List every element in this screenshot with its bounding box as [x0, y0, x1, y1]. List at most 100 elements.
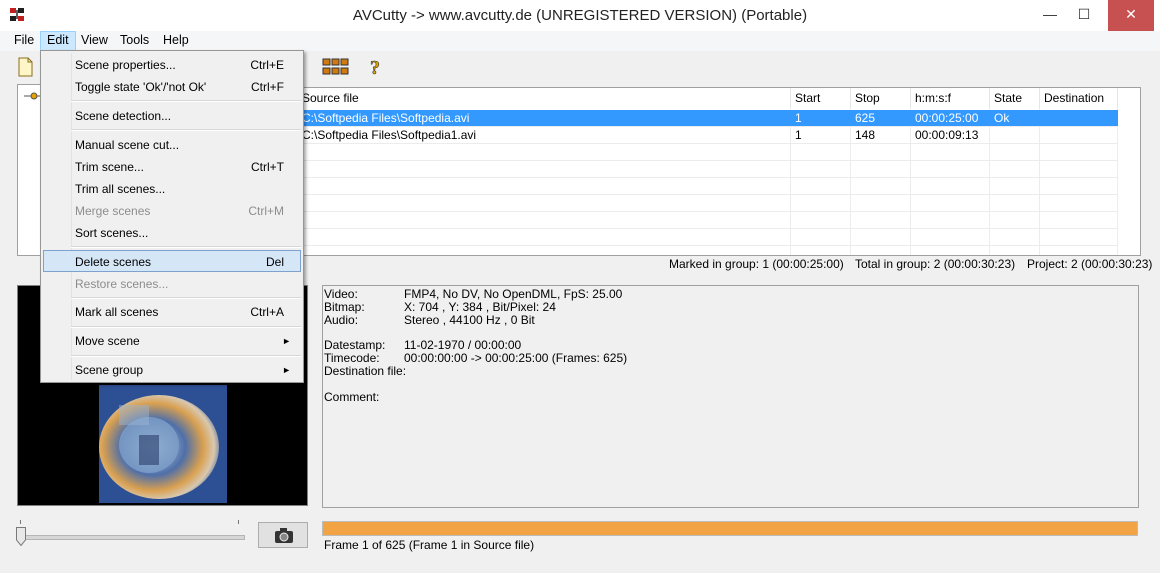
maximize-button[interactable]: ☐ — [1068, 0, 1100, 31]
menu-item-sort-scenes[interactable]: Sort scenes... — [43, 222, 301, 244]
menu-item-label: Toggle state 'Ok'/'not Ok' — [75, 80, 207, 94]
menu-item-label: Delete scenes — [75, 255, 152, 269]
cell-destination — [1040, 110, 1118, 127]
column-header-source[interactable]: Source file — [298, 88, 791, 108]
submenu-arrow-icon: ► — [282, 336, 291, 346]
menu-item-label: Mark all scenes — [75, 305, 159, 319]
cell-state — [990, 127, 1040, 144]
menu-tools[interactable]: Tools — [114, 31, 155, 51]
menu-item-manual-scene-cut[interactable]: Manual scene cut... — [43, 134, 301, 156]
table-row-empty — [298, 195, 1118, 212]
cell-stop: 148 — [855, 128, 876, 142]
close-button[interactable]: ✕ — [1108, 0, 1154, 31]
table-row-empty — [298, 144, 1118, 161]
column-header-stop[interactable]: Stop — [851, 88, 911, 108]
menu-item-label: Manual scene cut... — [75, 138, 180, 152]
menu-item-label: Trim scene... — [75, 160, 144, 174]
table-row-empty — [298, 161, 1118, 178]
menu-separator — [71, 129, 301, 131]
timecode-value: 00:00:00:00 -> 00:00:25:00 (Frames: 625) — [404, 351, 628, 365]
cell-hmsf: 00:00:25:00 — [915, 111, 979, 125]
slider-tick — [20, 520, 21, 524]
menu-item-shortcut: Ctrl+E — [250, 58, 284, 72]
frame-slider-thumb[interactable] — [16, 527, 26, 547]
menu-file[interactable]: File — [8, 31, 40, 51]
menu-separator — [71, 326, 301, 328]
menu-item-mark-all-scenes[interactable]: Mark all scenes Ctrl+A — [43, 301, 301, 323]
destination-file-label: Destination file: — [324, 364, 407, 378]
menu-item-move-scene[interactable]: Move scene ► — [43, 330, 301, 352]
cell-start: 1 — [795, 128, 802, 142]
menu-item-shortcut: Del — [265, 255, 284, 269]
menu-item-scene-detection[interactable]: Scene detection... — [43, 105, 301, 127]
menu-item-label: Move scene — [75, 334, 140, 348]
cell-stop: 625 — [855, 111, 876, 125]
menu-help[interactable]: Help — [157, 31, 195, 51]
group-node-icon[interactable] — [23, 90, 41, 102]
table-row[interactable]: C:\Softpedia Files\Softpedia1.avi 1 148 … — [298, 127, 1118, 144]
menu-separator — [71, 100, 301, 102]
table-row-empty — [298, 178, 1118, 195]
window-title: AVCutty -> www.avcutty.de (UNREGISTERED … — [352, 7, 808, 24]
audio-label: Audio: — [324, 313, 359, 327]
menu-item-shortcut: Ctrl+A — [250, 305, 284, 319]
minimize-button[interactable]: — — [1034, 0, 1066, 31]
video-label: Video: — [324, 287, 358, 301]
bitmap-value: X: 704 , Y: 384 , Bit/Pixel: 24 — [404, 300, 556, 314]
help-icon[interactable]: ? — [364, 56, 386, 80]
project-status: Project: 2 (00:00:30:23) — [1027, 257, 1153, 271]
column-header-destination[interactable]: Destination f... — [1040, 88, 1118, 125]
menu-item-shortcut: Ctrl+T — [251, 160, 284, 174]
menu-item-label: Scene detection... — [75, 109, 172, 123]
video-value: FMP4, No DV, No OpenDML, FpS: 25.00 — [404, 287, 623, 301]
menu-item-delete-scenes[interactable]: Delete scenes Del — [43, 250, 301, 272]
table-row[interactable]: C:\Softpedia Files\Softpedia.avi 1 625 0… — [298, 110, 1118, 127]
menu-view[interactable]: View — [75, 31, 114, 51]
marked-in-group-status: Marked in group: 1 (00:00:25:00) — [669, 257, 844, 271]
menu-item-toggle-state[interactable]: Toggle state 'Ok'/'not Ok' Ctrl+F — [43, 76, 301, 98]
column-header-hmsf[interactable]: h:m:s:f — [911, 88, 990, 108]
camera-icon — [274, 526, 294, 544]
video-frame-image — [99, 385, 227, 503]
menu-item-label: Trim all scenes... — [75, 182, 166, 196]
bitmap-label: Bitmap: — [324, 300, 365, 314]
table-row-empty — [298, 229, 1118, 246]
menu-item-scene-group[interactable]: Scene group ► — [43, 359, 301, 381]
submenu-arrow-icon: ► — [282, 365, 291, 375]
snapshot-button[interactable] — [258, 522, 308, 548]
edit-menu-dropdown: Scene properties... Ctrl+E Toggle state … — [40, 50, 304, 383]
menu-item-label: Scene properties... — [75, 58, 176, 72]
total-in-group-status: Total in group: 2 (00:00:30:23) — [855, 257, 1016, 271]
datestamp-label: Datestamp: — [324, 338, 386, 352]
cell-source: C:\Softpedia Files\Softpedia.avi — [302, 111, 470, 125]
frame-position-text: Frame 1 of 625 (Frame 1 in Source file) — [324, 538, 535, 552]
menu-separator — [71, 297, 301, 299]
scene-grid-icon[interactable] — [322, 56, 350, 78]
column-header-state[interactable]: State — [990, 88, 1040, 108]
frame-slider-track[interactable] — [17, 535, 245, 540]
cell-start: 1 — [795, 111, 802, 125]
comment-label: Comment: — [324, 390, 380, 404]
table-row-empty — [298, 212, 1118, 229]
menu-separator — [71, 246, 301, 248]
menu-edit[interactable]: Edit — [40, 31, 76, 51]
menu-item-scene-properties[interactable]: Scene properties... Ctrl+E — [43, 54, 301, 76]
cell-hmsf: 00:00:09:13 — [915, 128, 979, 142]
column-header-start[interactable]: Start — [791, 88, 851, 108]
menu-item-label: Restore scenes... — [75, 277, 169, 291]
menu-item-trim-all-scenes[interactable]: Trim all scenes... — [43, 178, 301, 200]
svg-text:?: ? — [370, 57, 380, 78]
menu-item-label: Merge scenes — [75, 204, 151, 218]
scene-list[interactable]: Source file Start Stop h:m:s:f State Des… — [297, 87, 1141, 256]
menu-item-label: Scene group — [75, 363, 144, 377]
menu-item-shortcut: Ctrl+M — [248, 204, 284, 218]
audio-value: Stereo , 44100 Hz , 0 Bit — [404, 313, 535, 327]
menu-item-trim-scene[interactable]: Trim scene... Ctrl+T — [43, 156, 301, 178]
timecode-label: Timecode: — [324, 351, 380, 365]
menu-item-shortcut: Ctrl+F — [251, 80, 284, 94]
cell-state: Ok — [994, 111, 1010, 125]
menu-item-restore-scenes: Restore scenes... — [43, 273, 301, 295]
cell-source: C:\Softpedia Files\Softpedia1.avi — [302, 128, 477, 142]
datestamp-value: 11-02-1970 / 00:00:00 — [404, 338, 522, 352]
new-project-icon[interactable] — [14, 56, 36, 78]
